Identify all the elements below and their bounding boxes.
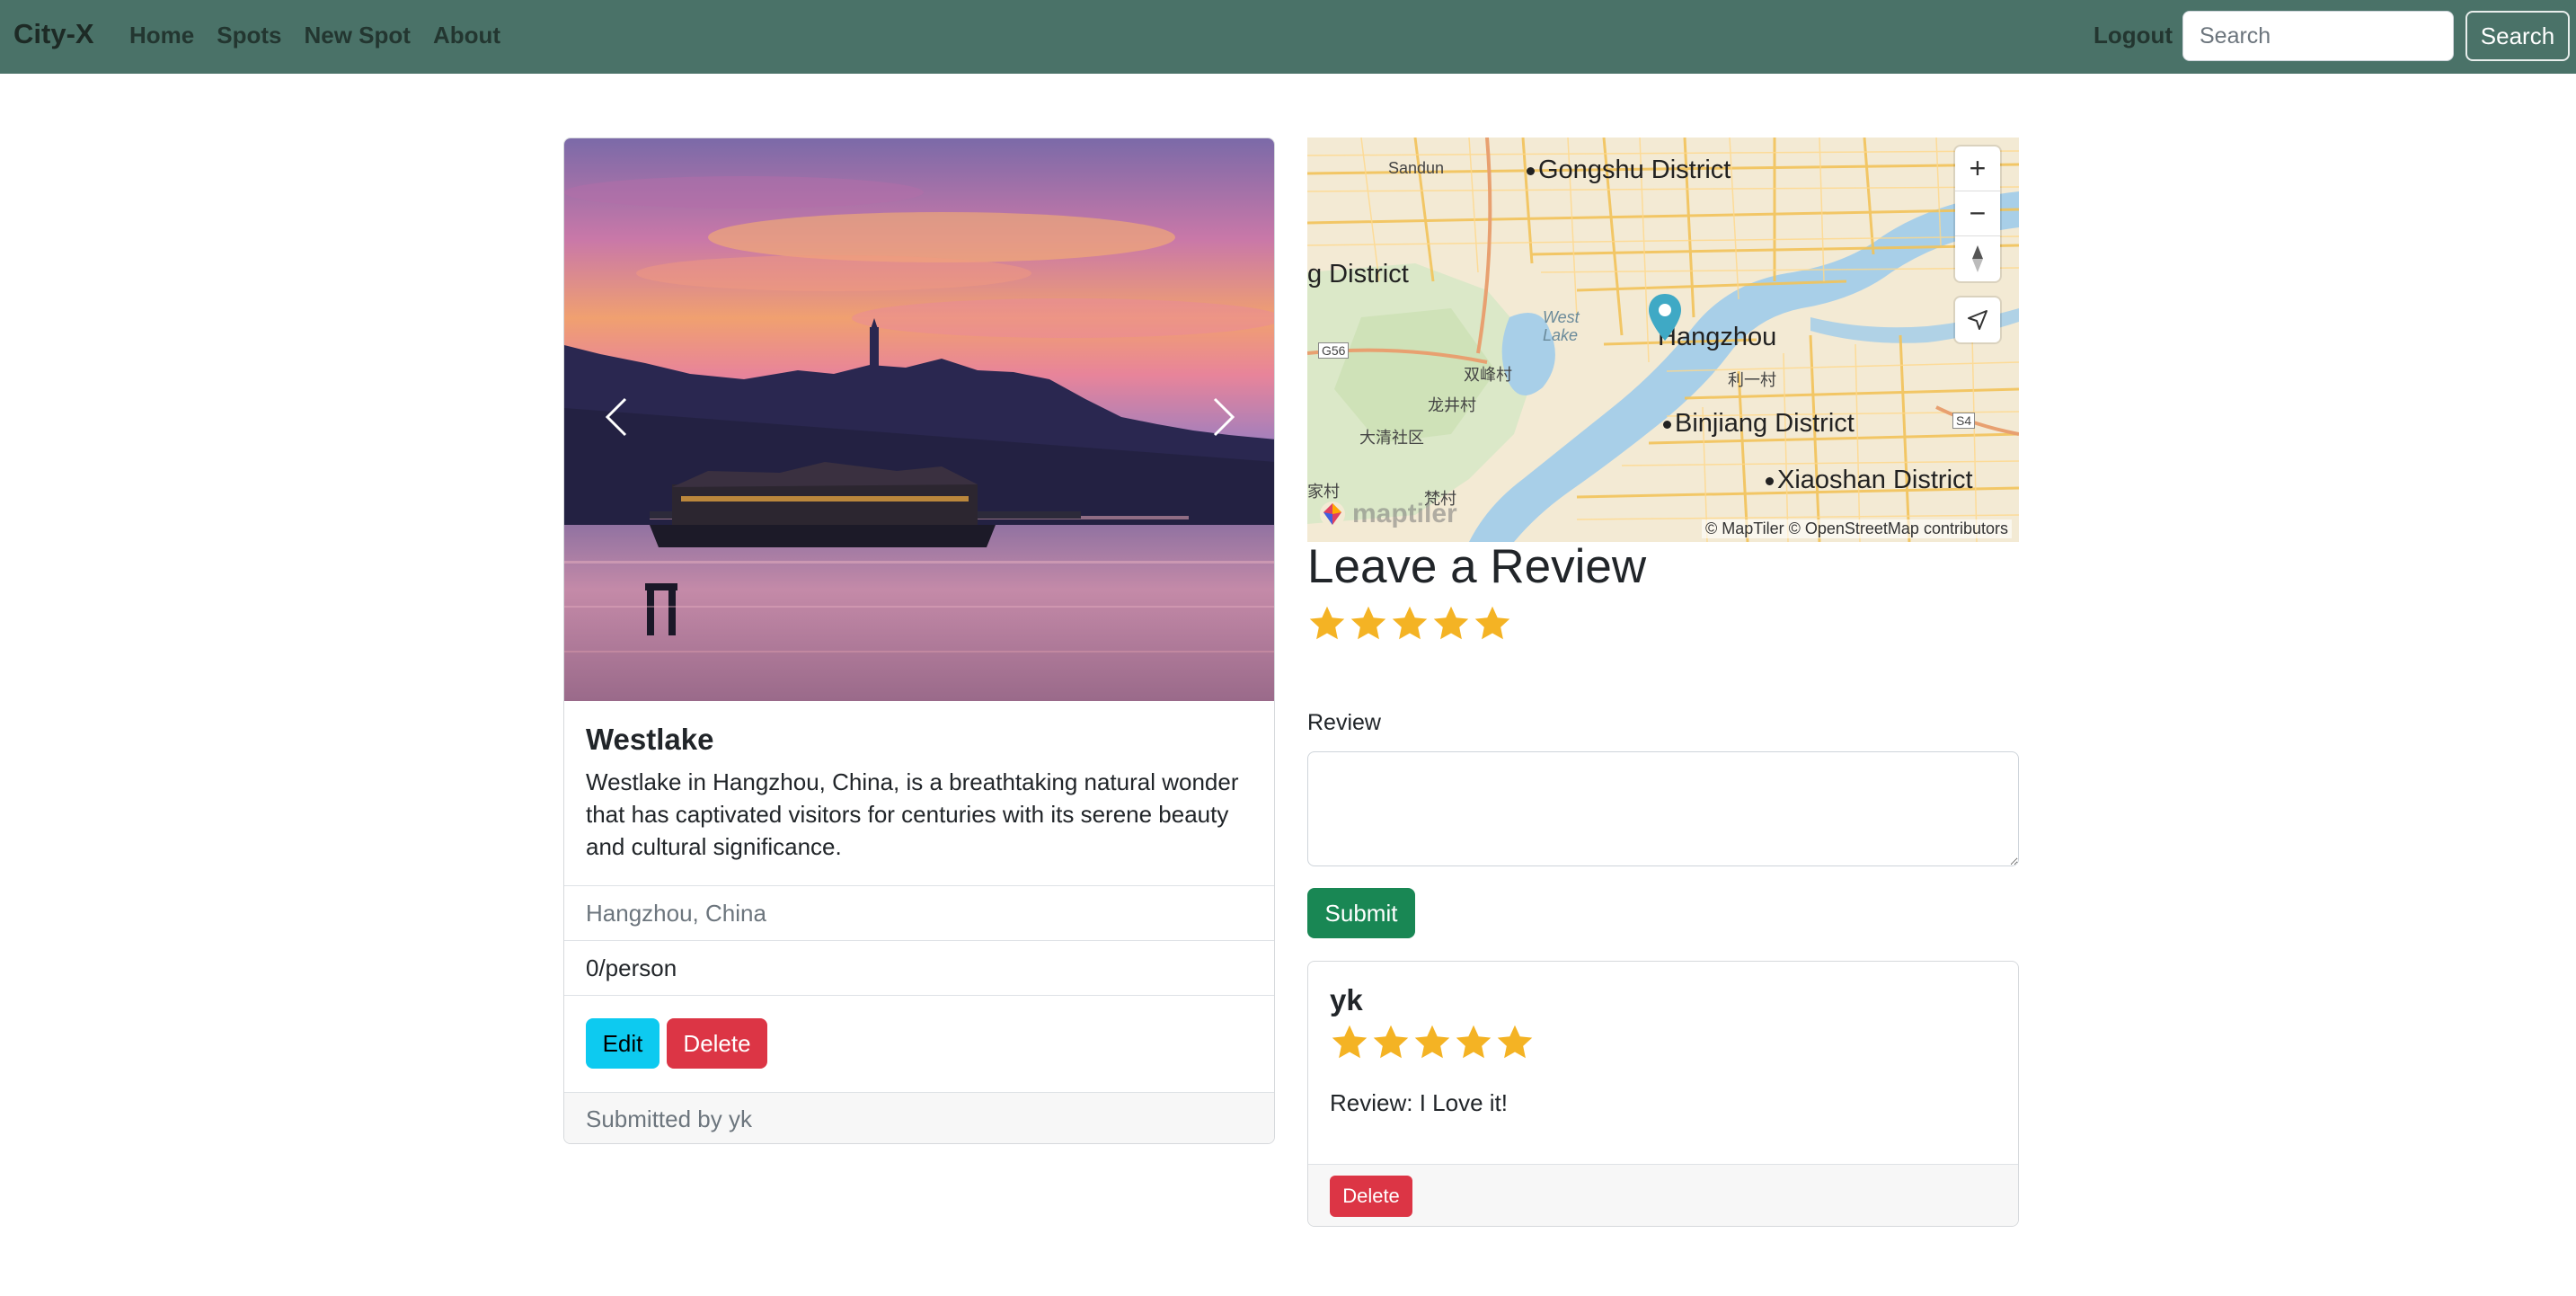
westlake-sunset-image [564,138,1274,701]
map[interactable]: Sandun Gongshu District g District West … [1307,138,2019,542]
maptiler-logo-text: maptiler [1352,499,1457,528]
submit-button[interactable]: Submit [1307,888,1415,938]
carousel-next-button[interactable] [1197,381,1251,453]
review-card-footer: Delete [1308,1164,2018,1226]
map-label-shuangfeng: 双峰村 [1464,366,1512,384]
map-label-binjiang: Binjiang District [1663,409,1855,439]
star-icon[interactable] [1307,604,1347,644]
spot-description: Westlake in Hangzhou, China, is a breath… [586,768,1239,860]
star-icon [1414,1025,1450,1059]
star-icon [1373,1025,1409,1059]
map-label-west-lake: West Lake [1543,308,1580,344]
nav-link-spots[interactable]: Spots [217,22,281,49]
image-carousel[interactable] [564,138,1274,701]
card-body: Westlake Westlake in Hangzhou, China, is… [564,701,1274,885]
review-card: yk Review: I Love it! Delete [1307,961,2019,1227]
rating-input[interactable] [1307,604,1512,644]
map-zoom-controls: + − [1955,146,2000,281]
star-icon[interactable] [1390,604,1430,644]
submitted-by: Submitted by yk [564,1092,1274,1143]
nav-link-about[interactable]: About [433,22,500,49]
leave-review-heading: Leave a Review [1307,540,1647,593]
star-icon [1497,1025,1533,1059]
search-input[interactable] [2182,11,2454,61]
geolocate-button[interactable] [1955,297,2000,342]
review-text: Review: I Love it! [1330,1089,1508,1116]
map-label-s4: S4 [1952,413,1976,429]
maptiler-logo-icon [1320,502,1345,527]
map-label-sandun: Sandun [1388,159,1445,177]
search-button[interactable]: Search [2465,11,2570,61]
compass-button[interactable] [1955,236,2000,281]
map-label-binjiang-text: Binjiang District [1675,409,1855,438]
maptiler-logo[interactable]: maptiler [1318,499,1457,529]
star-icon [1456,1025,1492,1059]
star-icon[interactable] [1431,604,1471,644]
edit-button[interactable]: Edit [586,1018,659,1069]
map-attribution[interactable]: © MapTiler © OpenStreetMap contributors [1702,519,2012,538]
logout-link[interactable]: Logout [2094,22,2173,49]
map-label-longjing: 龙井村 [1428,396,1476,414]
star-icon[interactable] [1349,604,1388,644]
review-delete-button[interactable]: Delete [1330,1176,1412,1217]
map-label-g56: G56 [1318,342,1350,359]
star-icon[interactable] [1473,604,1512,644]
carousel-prev-button[interactable] [589,381,643,453]
zoom-out-button[interactable]: − [1955,191,2000,236]
review-textarea[interactable] [1307,751,2019,866]
star-icon [1332,1025,1368,1059]
map-label-gongshu-text: Gongshu District [1538,155,1731,184]
delete-button[interactable]: Delete [667,1018,767,1069]
navigation-arrow-icon [1968,310,1987,330]
spot-price: 0/person [564,940,1274,995]
nav-links: Home Spots New Spot About [129,22,500,49]
review-rating [1330,1023,1535,1062]
spot-location: Hangzhou, China [564,885,1274,940]
brand-logo[interactable]: City-X [13,18,94,50]
nav-link-new-spot[interactable]: New Spot [304,22,410,49]
chevron-left-icon [605,397,627,437]
review-label: Review [1307,710,1381,735]
zoom-in-button[interactable]: + [1955,146,2000,191]
review-author: yk [1330,983,1363,1016]
map-label-gongshu: Gongshu District [1527,155,1731,185]
map-label-daqing: 大清社区 [1359,429,1424,447]
map-label-xiaoshan-text: Xiaoshan District [1777,466,1973,494]
map-marker-icon[interactable] [1647,292,1683,342]
spot-actions: Edit Delete [564,995,1274,1092]
map-label-xiaoshan: Xiaoshan District [1766,466,1973,495]
navbar: City-X Home Spots New Spot About Logout … [0,0,2576,74]
compass-icon [1972,245,1983,272]
map-label-liyi: 利一村 [1728,371,1776,389]
spot-title: Westlake [586,723,714,756]
spot-card: Westlake Westlake in Hangzhou, China, is… [563,138,1275,1144]
map-label-g-district: g District [1307,260,1409,288]
chevron-right-icon [1213,397,1235,437]
nav-link-home[interactable]: Home [129,22,194,49]
